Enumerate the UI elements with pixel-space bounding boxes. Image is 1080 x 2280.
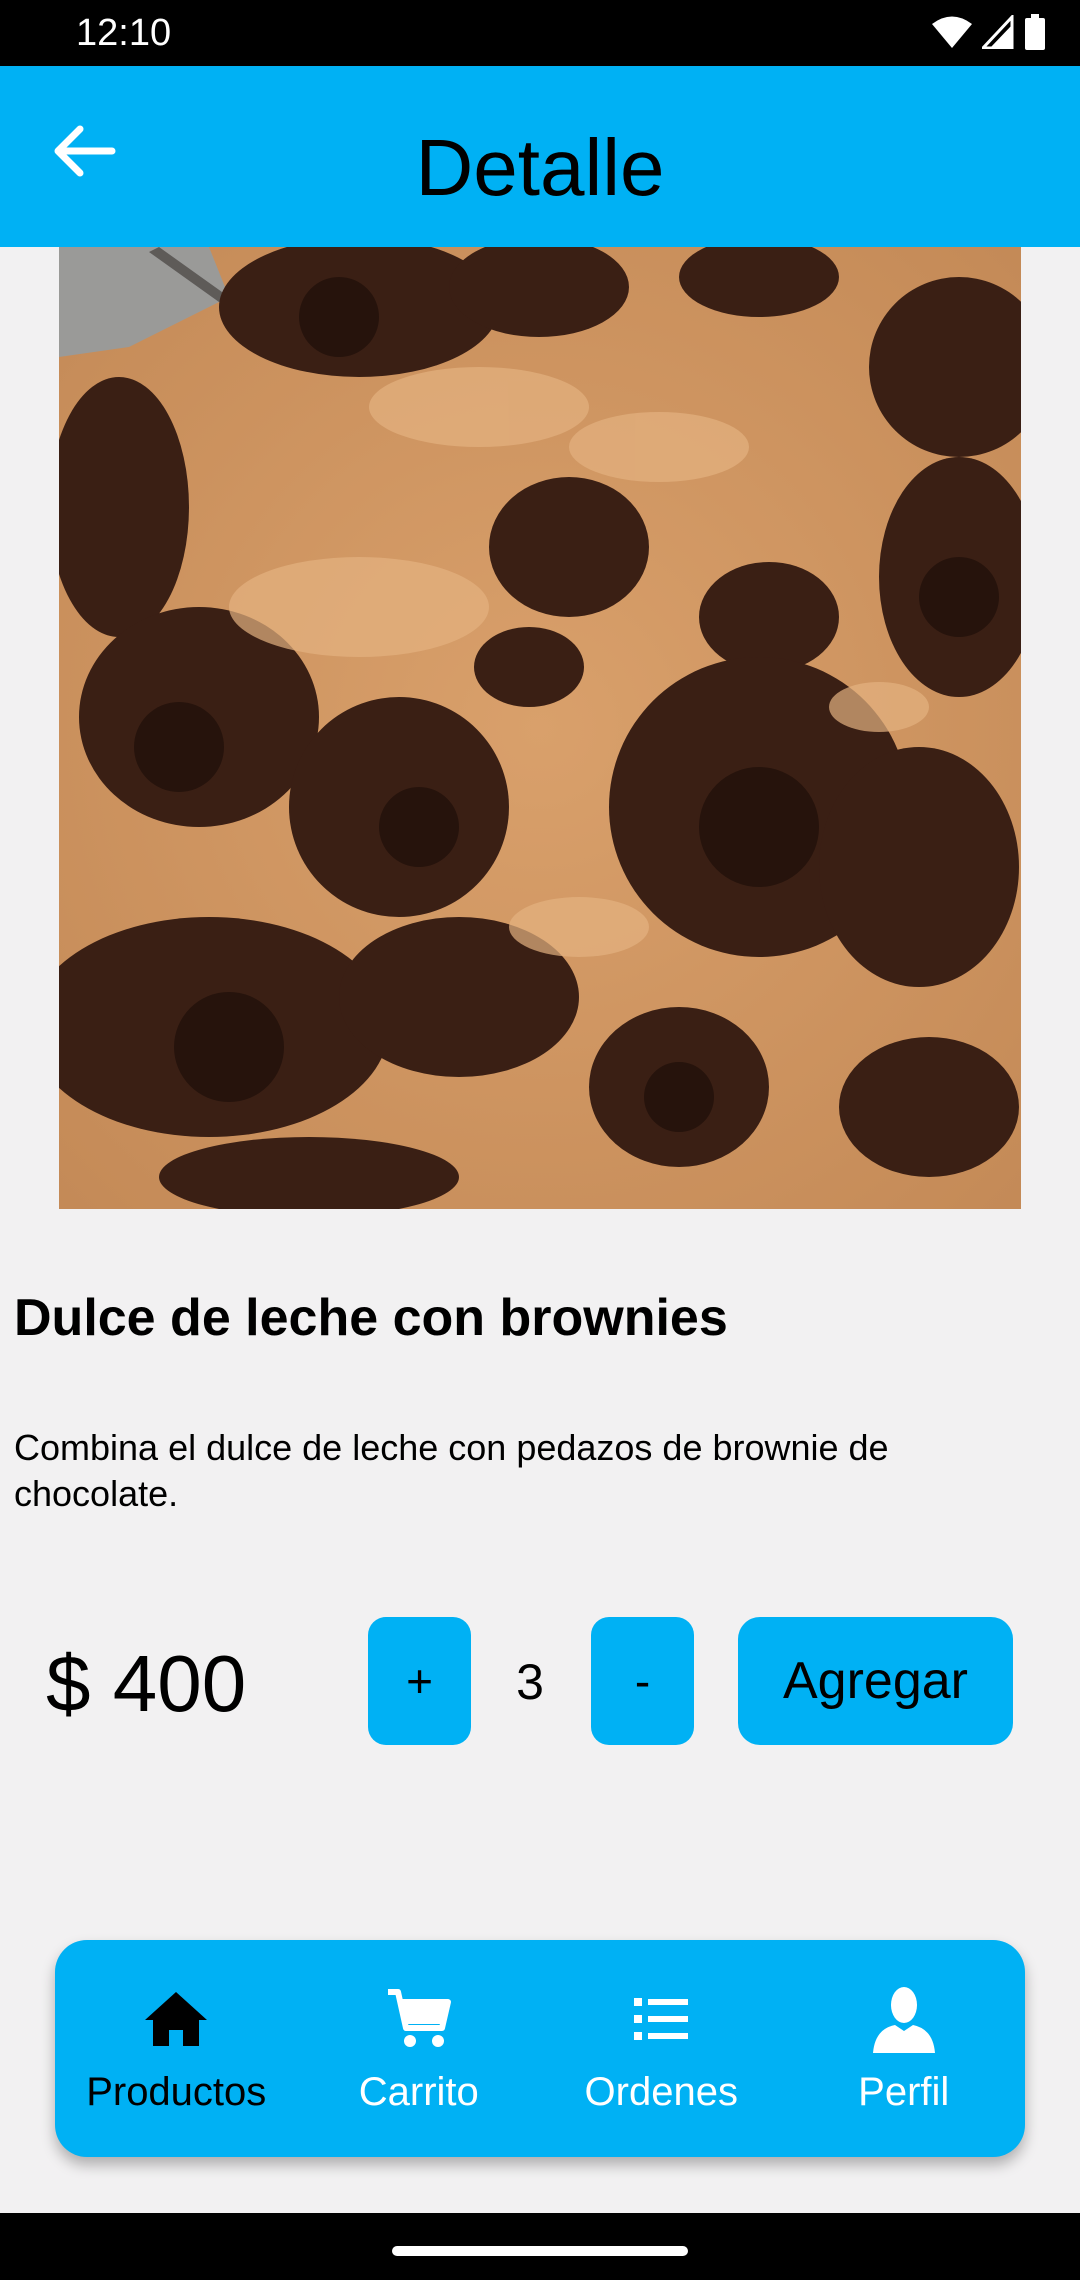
signal-icon (979, 12, 1014, 54)
decrement-button[interactable]: - (591, 1617, 694, 1745)
gesture-bar (0, 2213, 1080, 2280)
nav-label: Perfil (858, 2070, 950, 2114)
product-description: Combina el dulce de leche con pedazos de… (14, 1427, 889, 1514)
battery-icon (1024, 13, 1046, 55)
status-time: 12:10 (76, 12, 172, 54)
wifi-icon (932, 15, 972, 54)
status-icons (932, 12, 1046, 55)
nav-label: Productos (86, 2070, 267, 2114)
nav-label: Carrito (358, 2070, 479, 2114)
status-bar: 12:10 (0, 0, 1080, 66)
home-icon (143, 1984, 209, 2054)
app-bar: Detalle (0, 66, 1080, 247)
product-title: Dulce de leche con brownies (14, 1289, 728, 1347)
person-icon (871, 1984, 937, 2054)
nav-item-productos[interactable]: Productos (55, 1940, 298, 2157)
product-price: $ 400 (46, 1639, 247, 1728)
nav-item-perfil[interactable]: Perfil (783, 1940, 1026, 2157)
list-icon (634, 1984, 689, 2054)
page-title: Detalle (415, 123, 665, 212)
product-image (59, 247, 1021, 1209)
nav-label: Ordenes (584, 2070, 738, 2114)
nav-item-carrito[interactable]: Carrito (298, 1940, 541, 2157)
increment-button[interactable]: + (368, 1617, 471, 1745)
add-to-cart-button[interactable]: Agregar (738, 1617, 1013, 1745)
quantity-value: 3 (516, 1654, 544, 1710)
bottom-nav: Productos Carrito Ordenes Perfil (55, 1940, 1025, 2157)
cart-icon (386, 1984, 452, 2054)
home-indicator[interactable] (392, 2246, 688, 2256)
nav-item-ordenes[interactable]: Ordenes (540, 1940, 783, 2157)
